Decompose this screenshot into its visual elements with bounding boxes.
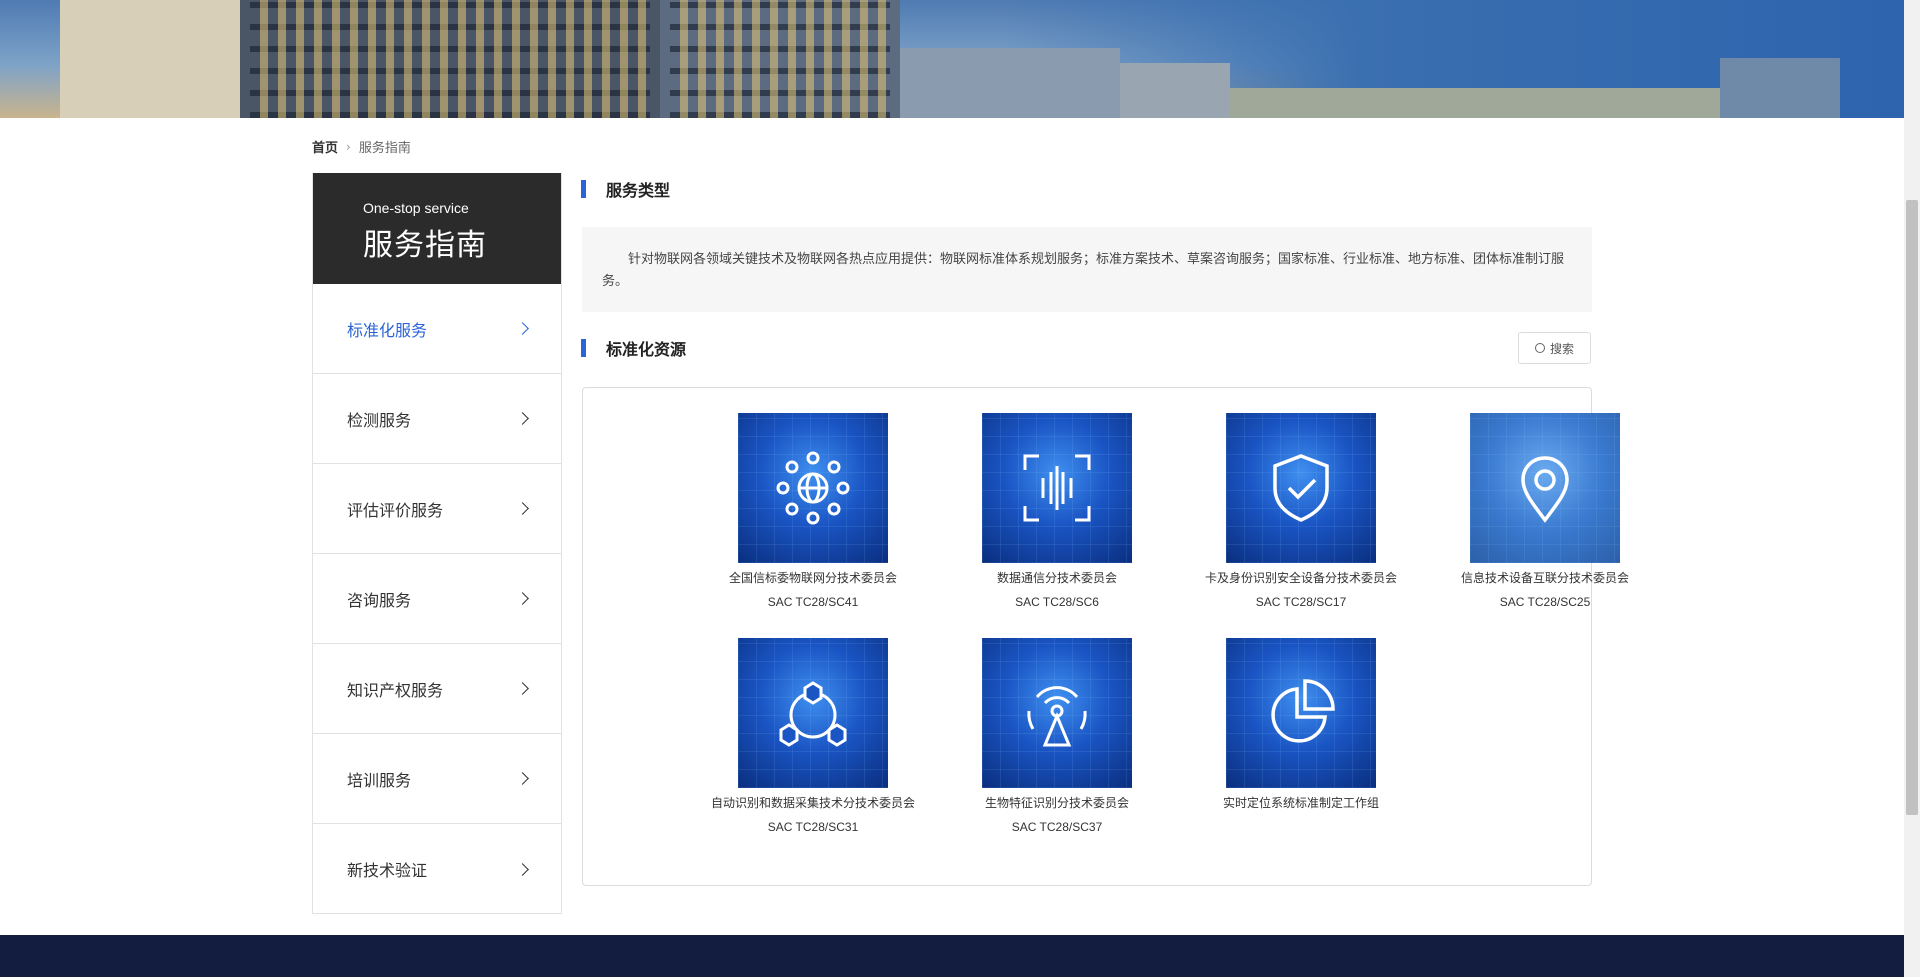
card-code: SAC TC28/SC6 xyxy=(1015,595,1099,609)
section-accent-bar xyxy=(581,339,586,357)
sidebar-item-label: 新技术验证 xyxy=(347,861,428,880)
card-name: 信息技术设备互联分技术委员会 xyxy=(1460,571,1629,585)
resource-card[interactable]: 数据通信分技术委员会 SAC TC28/SC6 xyxy=(937,413,1177,609)
sidebar-item-label: 咨询服务 xyxy=(347,590,412,610)
resource-card[interactable]: 实时定位系统标准制定工作组 xyxy=(1181,638,1421,820)
sidebar-item-label: 标准化服务 xyxy=(347,320,428,340)
card-code: SAC TC28/SC25 xyxy=(1499,595,1591,609)
banner-windows xyxy=(670,0,890,118)
card-thumbnail xyxy=(1470,413,1620,563)
sidebar-item-label: 知识产权服务 xyxy=(347,680,444,700)
banner-building xyxy=(1230,88,1790,118)
breadcrumb-home[interactable]: 首页 xyxy=(312,137,338,156)
chevron-right-icon xyxy=(516,682,529,695)
section-title-text: 服务类型 xyxy=(606,181,671,200)
banner-building xyxy=(900,48,1120,118)
chevron-right-icon xyxy=(516,502,529,515)
card-name: 生物特征识别分技术委员会 xyxy=(984,796,1129,810)
section-accent-bar xyxy=(581,180,586,198)
card-code: SAC TC28/SC37 xyxy=(1011,820,1103,834)
card-name: 数据通信分技术委员会 xyxy=(996,571,1117,585)
breadcrumb-separator-icon: › xyxy=(346,139,351,154)
resource-card[interactable]: 卡及身份识别安全设备分技术委员会 SAC TC28/SC17 xyxy=(1181,413,1421,609)
sidebar-item-label: 评估评价服务 xyxy=(347,500,444,520)
resource-card[interactable]: 生物特征识别分技术委员会 SAC TC28/SC37 xyxy=(937,638,1177,834)
sidebar-item-ip[interactable]: 知识产权服务 xyxy=(313,644,561,734)
chevron-right-icon xyxy=(516,862,529,876)
shield-check-icon xyxy=(1273,454,1329,522)
globe-network-icon xyxy=(776,451,850,525)
search-button-label: 搜索 xyxy=(1549,341,1574,356)
sidebar-item-training[interactable]: 培训服务 xyxy=(313,734,561,824)
broadcast-tower-icon xyxy=(1027,686,1087,747)
resource-grid: 全国信标委物联网分技术委员会 SAC TC28/SC41 数据通信分技术委员会 … xyxy=(582,387,1629,886)
resource-card[interactable]: 信息技术设备互联分技术委员会 SAC TC28/SC25 xyxy=(1425,413,1665,609)
hero-banner xyxy=(0,0,1904,118)
card-code: SAC TC28/SC41 xyxy=(767,595,859,609)
sidebar-item-label: 检测服务 xyxy=(347,410,412,430)
sidebar-item-evaluation[interactable]: 评估评价服务 xyxy=(313,464,561,554)
search-button[interactable]: 搜索 xyxy=(1518,332,1591,364)
section-title-text: 标准化资源 xyxy=(606,340,687,359)
card-thumbnail xyxy=(738,638,888,788)
sidebar-item-standardization[interactable]: 标准化服务 xyxy=(313,284,561,374)
card-name: 全国信标委物联网分技术委员会 xyxy=(728,571,897,585)
card-thumbnail xyxy=(982,638,1132,788)
sidebar-item-verification[interactable]: 新技术验证 xyxy=(313,824,561,914)
location-pin-icon xyxy=(1521,456,1569,523)
sidebar-title: 服务指南 xyxy=(363,228,487,263)
card-thumbnail xyxy=(1226,413,1376,563)
sidebar-item-consulting[interactable]: 咨询服务 xyxy=(313,554,561,644)
footer xyxy=(0,935,1904,977)
chevron-right-icon xyxy=(516,772,529,785)
banner-building xyxy=(1120,63,1230,118)
page-scrollbar-thumb[interactable] xyxy=(1906,200,1918,815)
card-name: 实时定位系统标准制定工作组 xyxy=(1222,796,1379,810)
card-thumbnail xyxy=(738,413,888,563)
card-thumbnail xyxy=(982,413,1132,563)
service-description: 针对物联网各领域关键技术及物联网各热点应用提供：物联网标准体系规划服务；标准方案… xyxy=(582,227,1592,312)
card-name: 卡及身份识别安全设备分技术委员会 xyxy=(1204,571,1397,585)
breadcrumb: 首页 › 服务指南 xyxy=(312,137,411,157)
section-title-resources: 标准化资源 xyxy=(581,336,686,360)
scan-frame-icon xyxy=(1023,454,1091,522)
resource-card[interactable]: 自动识别和数据采集技术分技术委员会 SAC TC28/SC31 xyxy=(693,638,933,834)
sidebar-subtitle: One-stop service xyxy=(363,200,469,216)
resource-card[interactable]: 全国信标委物联网分技术委员会 SAC TC28/SC41 xyxy=(693,413,933,609)
banner-windows xyxy=(250,0,650,118)
card-thumbnail xyxy=(1226,638,1376,788)
sidebar-item-label: 培训服务 xyxy=(347,770,412,790)
pie-chart-icon xyxy=(1271,679,1335,743)
hex-network-icon xyxy=(779,681,847,747)
chevron-right-icon xyxy=(516,322,529,335)
breadcrumb-current: 服务指南 xyxy=(358,141,411,156)
banner-building xyxy=(1720,58,1840,118)
card-name: 自动识别和数据采集技术分技术委员会 xyxy=(710,796,915,810)
sidebar-header: One-stop service 服务指南 xyxy=(313,173,561,284)
search-icon xyxy=(1534,343,1545,353)
chevron-right-icon xyxy=(516,592,529,605)
card-code: SAC TC28/SC31 xyxy=(767,820,859,834)
section-title-service-type: 服务类型 xyxy=(581,177,670,201)
banner-building xyxy=(60,0,240,118)
sidebar-item-testing[interactable]: 检测服务 xyxy=(313,374,561,464)
sidebar: One-stop service 服务指南 标准化服务 检测服务 评估评价服务 … xyxy=(312,173,562,914)
card-code: SAC TC28/SC17 xyxy=(1255,595,1347,609)
chevron-right-icon xyxy=(516,412,529,425)
